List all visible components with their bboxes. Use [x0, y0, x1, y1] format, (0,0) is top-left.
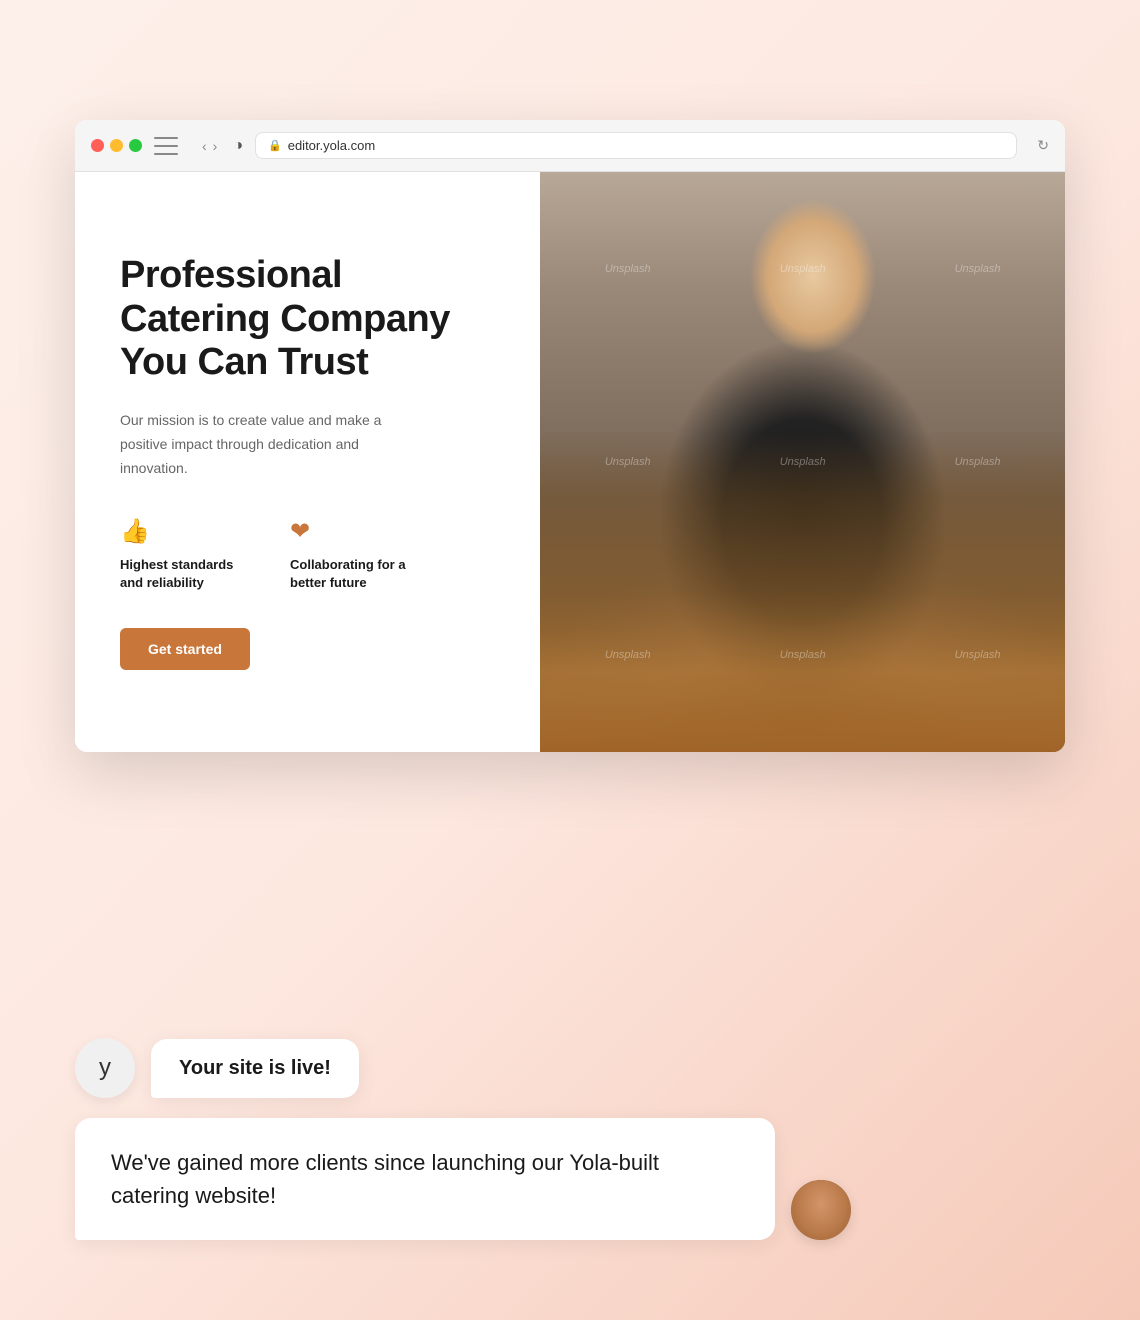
address-bar[interactable]: 🔒 editor.yola.com — [255, 132, 1017, 159]
hero-image-panel: Unsplash Unsplash Unsplash Unsplash Unsp… — [540, 172, 1065, 752]
website-content: Professional Catering Company You Can Tr… — [75, 172, 1065, 752]
food-area-gradient — [540, 433, 1065, 752]
chef-photo: Unsplash Unsplash Unsplash Unsplash Unsp… — [540, 172, 1065, 752]
hero-left-panel: Professional Catering Company You Can Tr… — [75, 172, 540, 752]
feature-item-standards: 👍 Highest standards and reliability — [120, 517, 250, 592]
user-avatar-face — [791, 1180, 851, 1240]
feature-standards-label: Highest standards and reliability — [120, 556, 250, 592]
url-text: editor.yola.com — [288, 138, 375, 153]
bot-message-bubble: Your site is live! — [151, 1039, 359, 1098]
lock-icon: 🔒 — [268, 139, 282, 152]
user-message-bubble: We've gained more clients since launchin… — [75, 1118, 775, 1240]
features-row: 👍 Highest standards and reliability ❤ Co… — [120, 517, 495, 592]
hero-description: Our mission is to create value and make … — [120, 409, 420, 480]
feature-item-collaboration: ❤ Collaborating for a better future — [290, 517, 420, 592]
bot-message-row: y Your site is live! — [75, 1038, 1065, 1098]
reload-icon[interactable]: ↻ — [1037, 137, 1049, 154]
heart-icon: ❤ — [290, 517, 420, 546]
user-message-row: We've gained more clients since launchin… — [75, 1118, 1065, 1240]
close-dot[interactable] — [91, 139, 104, 152]
bot-avatar-letter: y — [99, 1054, 111, 1082]
feature-collaboration-label: Collaborating for a better future — [290, 556, 420, 592]
maximize-dot[interactable] — [129, 139, 142, 152]
get-started-button[interactable]: Get started — [120, 628, 250, 670]
chat-area: y Your site is live! We've gained more c… — [75, 1038, 1065, 1240]
bot-avatar: y — [75, 1038, 135, 1098]
thumbs-up-icon: 👍 — [120, 517, 250, 546]
sidebar-toggle-icon[interactable] — [154, 137, 178, 155]
browser-dots — [91, 139, 142, 152]
user-avatar — [791, 1180, 851, 1240]
forward-icon[interactable]: › — [213, 138, 218, 154]
shield-icon: ◑ — [233, 137, 243, 155]
back-icon[interactable]: ‹ — [202, 138, 207, 154]
browser-window: ‹ › ◑ 🔒 editor.yola.com ↻ Professional C… — [75, 120, 1065, 752]
minimize-dot[interactable] — [110, 139, 123, 152]
browser-nav-controls: ‹ › — [202, 138, 217, 154]
hero-title: Professional Catering Company You Can Tr… — [120, 254, 495, 385]
browser-toolbar: ‹ › ◑ 🔒 editor.yola.com ↻ — [75, 120, 1065, 172]
